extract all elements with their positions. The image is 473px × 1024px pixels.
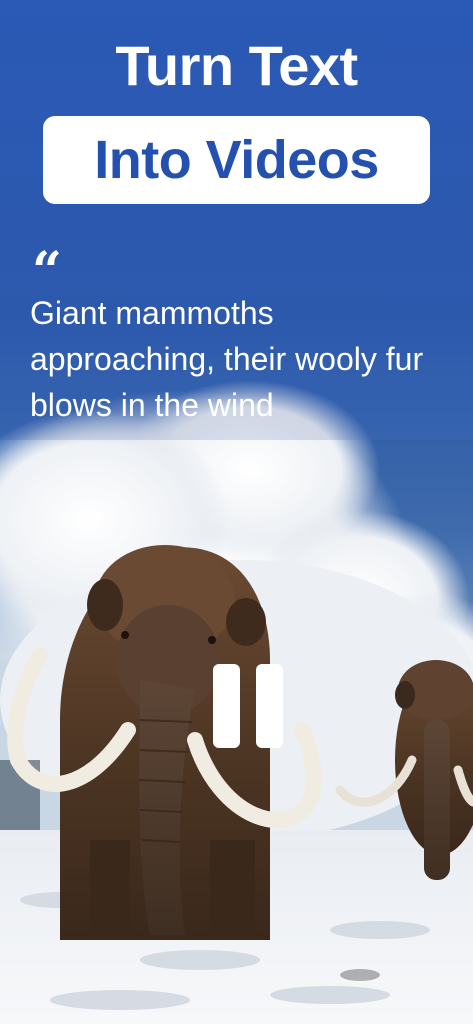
headline-title: Turn Text — [115, 34, 358, 97]
prompt-text: Giant mammoths approaching, their wooly … — [30, 295, 424, 423]
pause-icon-bar — [256, 664, 283, 748]
pause-icon — [213, 664, 240, 748]
headline-pill: Into Videos — [43, 116, 430, 204]
app-screen: Turn Text Into Videos “ Giant mammoths a… — [0, 0, 473, 1024]
headline-subtitle: Into Videos — [94, 130, 379, 190]
pause-button[interactable] — [213, 664, 283, 748]
